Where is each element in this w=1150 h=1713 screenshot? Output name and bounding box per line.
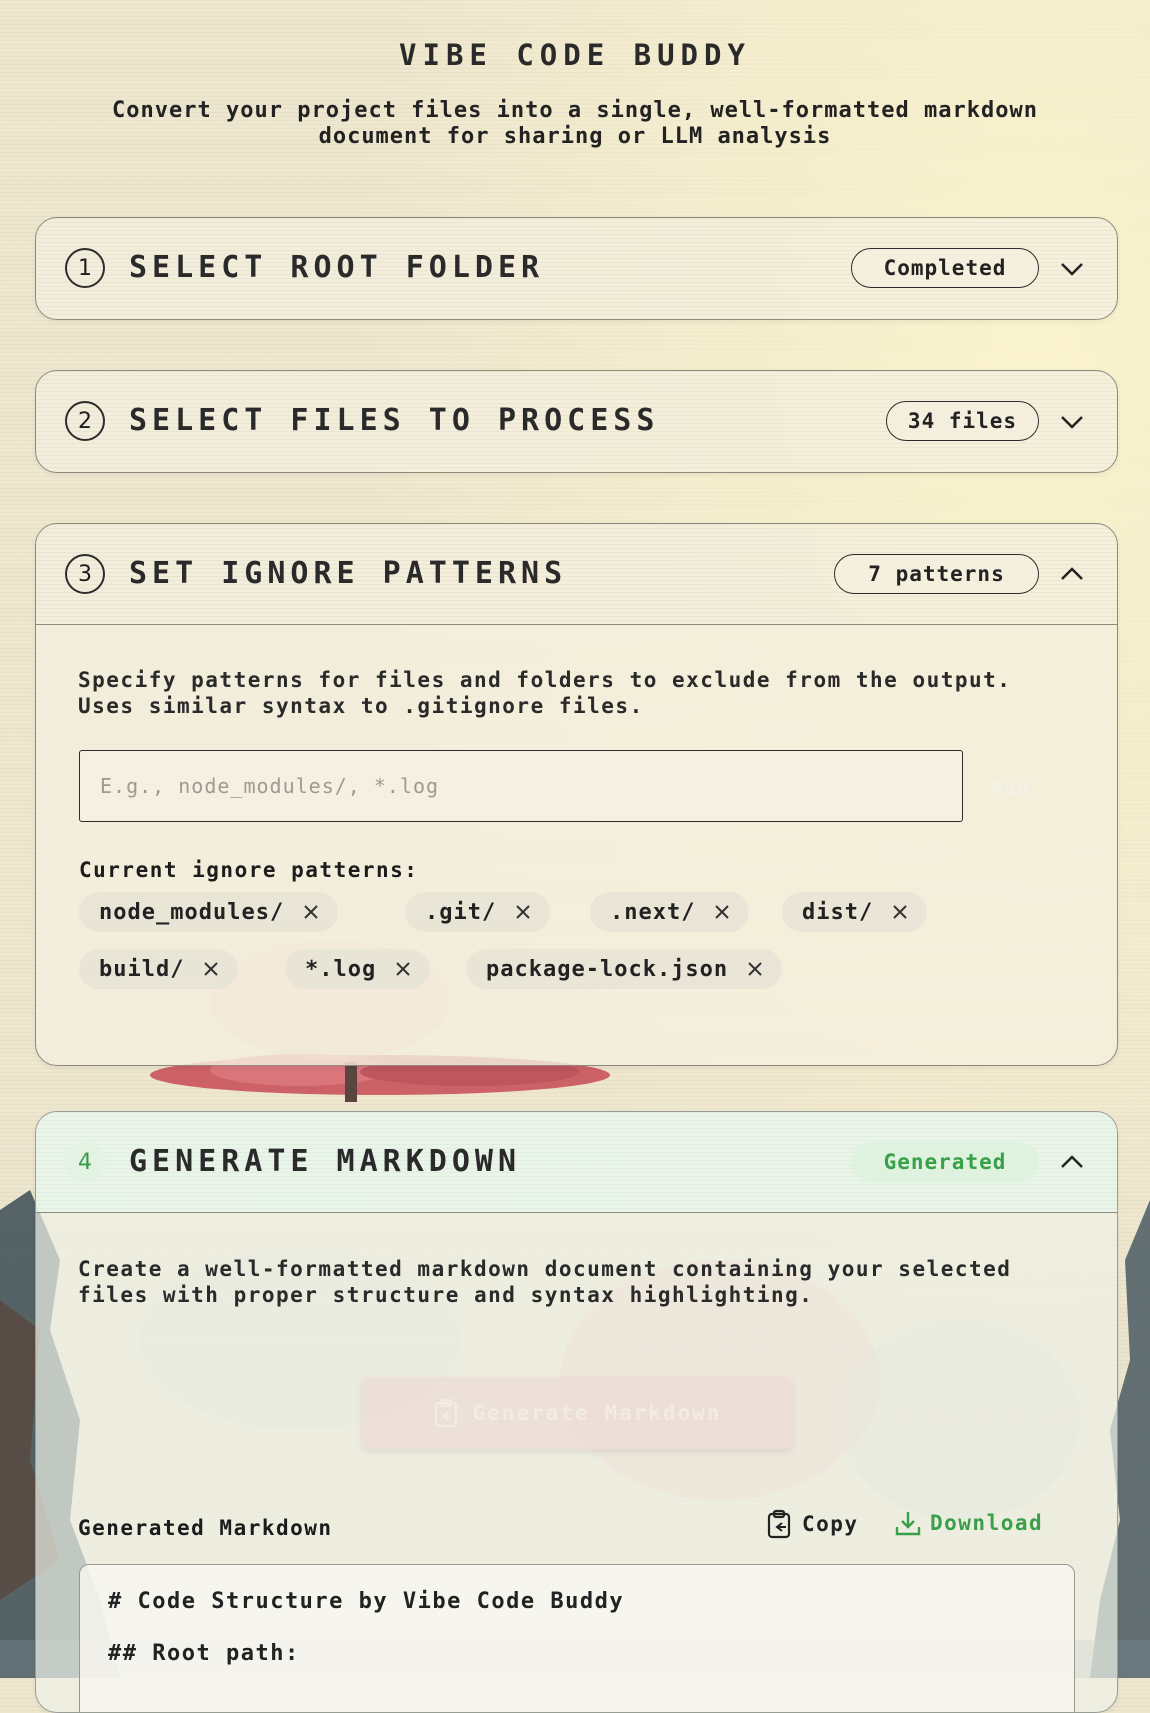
pattern-chip-label: node_modules/ xyxy=(99,899,285,925)
step-2-header[interactable]: 2 SELECT FILES TO PROCESS 34 files xyxy=(36,371,1117,471)
chevron-down-icon[interactable] xyxy=(1059,409,1085,433)
pattern-chip: dist/ xyxy=(782,892,928,932)
app-subtitle: Convert your project files into a single… xyxy=(112,98,1038,149)
markdown-preview[interactable]: # Code Structure by Vibe Code Buddy ## R… xyxy=(79,1564,1075,1712)
step-3-header[interactable]: 3 SET IGNORE PATTERNS 7 patterns xyxy=(36,524,1117,625)
copy-button[interactable]: Copy xyxy=(766,1509,859,1539)
copy-label: Copy xyxy=(802,1512,859,1536)
pattern-chip: node_modules/ xyxy=(79,892,339,932)
close-icon[interactable] xyxy=(302,903,320,921)
download-label: Download xyxy=(930,1511,1044,1535)
clipboard-icon xyxy=(434,1398,457,1428)
step-title: SELECT ROOT FOLDER xyxy=(129,250,545,285)
pattern-chip-label: package-lock.json xyxy=(486,956,729,982)
step-4-header[interactable]: 4 GENERATE MARKDOWN Generated xyxy=(36,1112,1117,1213)
chevron-down-icon[interactable] xyxy=(1059,256,1085,280)
pattern-chip: build/ xyxy=(79,949,239,989)
pattern-chip-label: dist/ xyxy=(802,899,874,925)
step-number: 1 xyxy=(65,248,105,288)
step-1-card: 1 SELECT ROOT FOLDER Completed xyxy=(35,217,1118,320)
status-badge: 34 files xyxy=(886,401,1039,441)
pattern-chip: .git/ xyxy=(405,892,551,932)
close-icon[interactable] xyxy=(746,960,764,978)
step-2-card: 2 SELECT FILES TO PROCESS 34 files xyxy=(35,370,1118,473)
current-patterns-label: Current ignore patterns: xyxy=(79,858,419,882)
pattern-chip-label: *.log xyxy=(305,956,377,982)
close-icon[interactable] xyxy=(713,903,731,921)
pattern-chip: package-lock.json xyxy=(466,949,783,989)
step-3-card: 3 SET IGNORE PATTERNS 7 patterns Specify… xyxy=(35,523,1118,1066)
markdown-line: # Code Structure by Vibe Code Buddy xyxy=(108,1589,625,1614)
step-title: GENERATE MARKDOWN xyxy=(129,1144,522,1179)
close-icon[interactable] xyxy=(202,960,220,978)
markdown-line: ## Root path: xyxy=(108,1641,300,1666)
generated-markdown-label: Generated Markdown xyxy=(78,1516,333,1540)
clipboard-copy-icon xyxy=(767,1509,791,1539)
add-pattern-button[interactable]: Add xyxy=(991,775,1030,799)
pattern-chip-label: .git/ xyxy=(425,899,497,925)
chevron-up-icon[interactable] xyxy=(1059,1150,1085,1174)
step-title: SELECT FILES TO PROCESS xyxy=(129,403,660,438)
close-icon[interactable] xyxy=(514,903,532,921)
generate-markdown-button[interactable]: Generate Markdown xyxy=(362,1377,792,1449)
step-4-card: 4 GENERATE MARKDOWN Generated Create a w… xyxy=(35,1111,1118,1713)
pattern-chip: *.log xyxy=(285,949,431,989)
chevron-up-icon[interactable] xyxy=(1059,562,1085,586)
ignore-description: Specify patterns for files and folders t… xyxy=(78,668,1012,718)
step-number: 4 xyxy=(65,1142,105,1182)
pattern-chip: .next/ xyxy=(590,892,750,932)
status-badge: Generated xyxy=(851,1142,1039,1182)
generate-markdown-label: Generate Markdown xyxy=(472,1401,722,1425)
step-number: 3 xyxy=(65,554,105,594)
status-badge: 7 patterns xyxy=(834,554,1039,594)
pattern-input[interactable] xyxy=(79,750,963,822)
download-button[interactable]: Download xyxy=(894,1509,1043,1537)
step-1-header[interactable]: 1 SELECT ROOT FOLDER Completed xyxy=(36,218,1117,318)
step-number: 2 xyxy=(65,401,105,441)
close-icon[interactable] xyxy=(891,903,909,921)
status-badge: Completed xyxy=(851,248,1039,288)
download-icon xyxy=(895,1512,921,1536)
close-icon[interactable] xyxy=(394,960,412,978)
pattern-chip-label: .next/ xyxy=(610,899,696,925)
app-title: VIBE CODE BUDDY xyxy=(399,38,751,72)
pattern-chip-label: build/ xyxy=(99,956,185,982)
generate-description: Create a well-formatted markdown documen… xyxy=(78,1257,1012,1307)
step-title: SET IGNORE PATTERNS xyxy=(129,556,568,591)
